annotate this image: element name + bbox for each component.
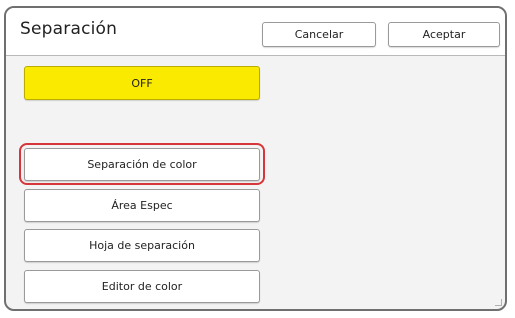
color-separation-button[interactable]: Separación de color bbox=[24, 148, 260, 181]
color-editor-button[interactable]: Editor de color bbox=[24, 270, 260, 303]
off-button[interactable]: OFF bbox=[24, 66, 260, 100]
separation-dialog: Separación Cancelar Aceptar OFF Separaci… bbox=[4, 6, 507, 311]
resize-corner-icon bbox=[495, 299, 502, 306]
dialog-title: Separación bbox=[20, 19, 118, 39]
area-spec-button[interactable]: Área Espec bbox=[24, 189, 260, 222]
accept-button[interactable]: Aceptar bbox=[388, 22, 500, 47]
dialog-header: Separación Cancelar Aceptar bbox=[6, 8, 505, 56]
separation-sheet-button[interactable]: Hoja de separación bbox=[24, 229, 260, 262]
cancel-button[interactable]: Cancelar bbox=[262, 22, 376, 47]
